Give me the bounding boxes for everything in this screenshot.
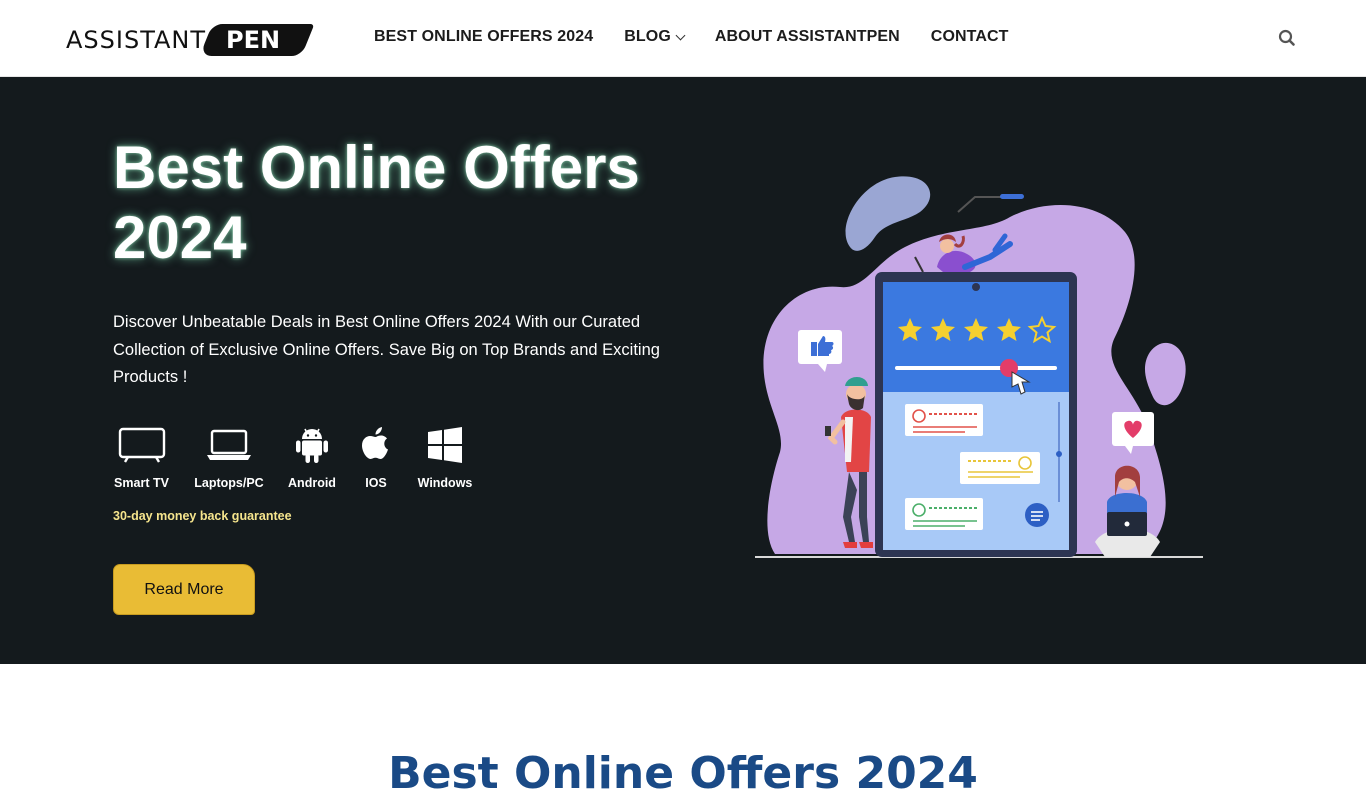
platform-label: Smart TV [114,476,169,490]
platform-android: Android [288,425,336,490]
platform-label: Windows [417,476,473,490]
online-reviews-illustration [755,176,1203,558]
platform-smart-tv: Smart TV [113,425,170,490]
platform-list: Smart TV Laptops/PC Android IOS Windows [113,425,473,490]
nav-item-label: CONTACT [930,28,1009,45]
search-button[interactable] [1277,28,1297,48]
read-more-button[interactable]: Read More [113,564,255,615]
platform-label: IOS [365,476,387,490]
nav-item-label: ABOUT ASSISTANTPEN [714,28,900,45]
decorative-blob [845,176,931,251]
platform-ios: IOS [359,425,393,490]
nav-item-about[interactable]: ABOUT ASSISTANTPEN [715,28,900,46]
platform-label: Android [288,476,336,490]
chevron-down-icon [675,30,686,41]
logo-text-pen: PEN [206,24,308,56]
search-icon [1278,29,1295,46]
hero-section: Best Online Offers 2024 Discover Unbeata… [0,77,1366,664]
nav-item-best-online-offers[interactable]: BEST ONLINE OFFERS 2024 [374,28,593,46]
nav-item-label: BLOG [624,28,671,45]
platform-label: Laptops/PC [194,476,264,490]
site-header: ASSISTANT PEN BEST ONLINE OFFERS 2024 BL… [0,0,1366,77]
android-icon [296,425,328,465]
laptop-icon [206,425,252,465]
windows-icon [427,425,463,465]
logo-text-assistant: ASSISTANT [66,26,207,54]
section-title: Best Online Offers 2024 [388,748,978,799]
hero-title: Best Online Offers 2024 [113,134,640,271]
site-logo[interactable]: ASSISTANT PEN [66,22,308,58]
main-nav: BEST ONLINE OFFERS 2024 BLOG ABOUT ASSIS… [374,28,1009,46]
nav-item-label: BEST ONLINE OFFERS 2024 [374,28,594,45]
nav-item-contact[interactable]: CONTACT [931,28,1009,46]
apple-icon [360,425,392,465]
hero-description: Discover Unbeatable Deals in Best Online… [113,313,660,386]
nav-item-blog[interactable]: BLOG [624,28,686,46]
money-back-guarantee: 30-day money back guarantee [113,509,292,523]
platform-windows: Windows [417,425,473,490]
platform-laptop: Laptops/PC [194,425,264,490]
tv-icon [118,425,166,465]
